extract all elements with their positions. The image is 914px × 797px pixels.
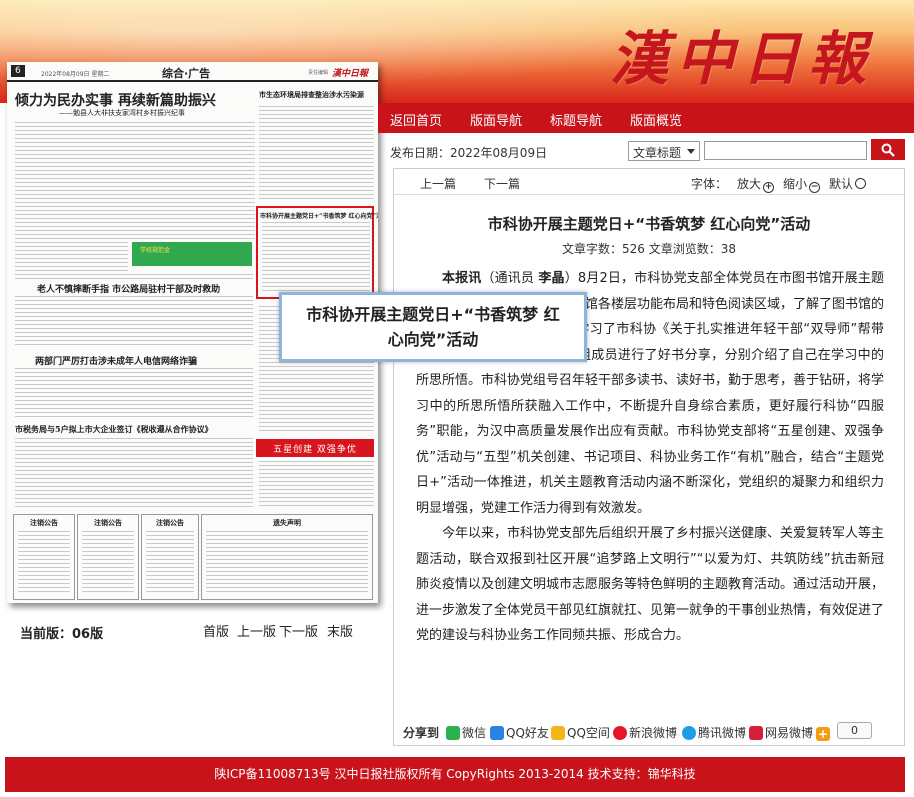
- thumb-notice: 注销公告: [13, 514, 75, 600]
- first-page-link[interactable]: 首版: [203, 621, 229, 640]
- share-sina-weibo[interactable]: 新浪微博: [613, 724, 677, 741]
- thumb-text-block: [259, 106, 374, 202]
- thumb-text-block: [15, 438, 253, 508]
- select-value: 文章标题: [633, 146, 682, 160]
- logo: 漢中日報: [609, 25, 874, 93]
- thumb-headline-3[interactable]: 两部门严厉打击涉未成年人电信网络诈骗: [35, 354, 197, 367]
- thumb-text-block: [15, 296, 253, 348]
- thumb-text-block: [15, 242, 128, 272]
- thumb-green-ad: 学校规范金: [132, 242, 252, 266]
- share-wechat[interactable]: 微信: [446, 724, 486, 741]
- plus-icon: +: [816, 727, 830, 741]
- thumbnail-section: 综合·广告: [162, 67, 211, 80]
- share-label: 分享到: [403, 726, 440, 740]
- nav-title-nav[interactable]: 标题导航: [550, 110, 602, 129]
- default-size-button[interactable]: 默认: [829, 175, 867, 192]
- article-title: 市科协开展主题党日+“书香筑梦 红心向党”活动: [487, 215, 811, 233]
- search-icon: [881, 143, 895, 157]
- nav-page-nav[interactable]: 版面导航: [470, 110, 522, 129]
- thumb-notice: 遗失声明: [201, 514, 373, 600]
- qq-icon: [490, 726, 504, 740]
- nav-home[interactable]: 返回首页: [390, 110, 442, 129]
- thumbnail-page-number: 6: [11, 65, 25, 77]
- publish-date: 发布日期：2022年08月09日: [390, 146, 548, 160]
- share-qq-friends[interactable]: QQ好友: [490, 724, 549, 741]
- top-nav: 返回首页 版面导航 标题导航 版面概览: [378, 103, 914, 133]
- next-article-link[interactable]: 下一篇: [484, 175, 520, 192]
- qzone-icon: [551, 726, 565, 740]
- thumb-highlighted-article[interactable]: 市科协开展主题党日+“书香筑梦 红心向党”活动: [256, 206, 378, 299]
- circle-icon: [855, 178, 867, 189]
- article-toolbar: 上一篇 下一篇 字体： 放大 + 缩小 − 默认: [394, 169, 904, 195]
- thumbnail-logo: 漢中日報: [331, 69, 368, 79]
- share-netease-weibo[interactable]: 网易微博: [749, 724, 813, 741]
- headline-tooltip: 市科协开展主题党日+“书香筑梦 红 心向党”活动: [279, 292, 587, 362]
- share-qzone[interactable]: QQ空间: [551, 724, 610, 741]
- thumb-ad-text: 学校规范金: [140, 247, 171, 254]
- thumb-notice: 注销公告: [141, 514, 199, 600]
- thumb-red-ad: 五星创建 双强争优: [256, 439, 374, 457]
- tooltip-line-2: 心向党”活动: [387, 330, 479, 349]
- share-bar: 分享到 微信 QQ好友 QQ空间 新浪微博 腾讯微博 网易微博 + 0: [394, 719, 904, 745]
- thumbnail-editor: 责任编辑: [307, 70, 328, 76]
- nav-overview[interactable]: 版面概览: [630, 110, 682, 129]
- prev-page-link[interactable]: 上一版: [237, 621, 276, 640]
- zoom-in-button[interactable]: 放大 +: [737, 175, 775, 193]
- current-page-label: 当前版：06版: [20, 627, 104, 642]
- thumbnail-date: 2022年08月09日 星期二: [41, 71, 110, 78]
- thumb-headline-4[interactable]: 市税务局与5户拟上市大企业签订《税收遵从合作协议》: [15, 424, 213, 435]
- article-stats: 文章字数：526 文章浏览数：38: [562, 242, 736, 256]
- thumb-headline-main[interactable]: 倾力为民办实事 再续新篇助振兴: [15, 90, 216, 110]
- thumb-headline-sub: ——勉县人大非扶支家湾村乡村振兴纪事: [59, 109, 185, 117]
- tencent-weibo-icon: [682, 726, 696, 740]
- font-label: 字体：: [691, 177, 728, 191]
- thumb-headline-right[interactable]: 市生态环境局排查整治涉水污染源: [259, 90, 364, 100]
- thumb-text-block: [15, 368, 253, 418]
- thumbnail-header: 6 2022年08月09日 星期二 综合·广告 责任编辑 漢中日報: [7, 62, 378, 82]
- search-type-select[interactable]: 文章标题: [628, 141, 700, 161]
- prev-article-link[interactable]: 上一篇: [420, 175, 456, 192]
- thumb-headline-2[interactable]: 老人不慎摔断手指 市公路局驻村干部及时救助: [37, 282, 220, 295]
- share-more[interactable]: +: [816, 724, 832, 741]
- next-page-link[interactable]: 下一版: [279, 621, 318, 640]
- thumb-text-block: [15, 274, 253, 280]
- tooltip-line-1: 市科协开展主题党日+“书香筑梦 红: [306, 305, 560, 324]
- last-page-link[interactable]: 末版: [327, 621, 353, 640]
- article-panel: 上一篇 下一篇 字体： 放大 + 缩小 − 默认 市科协开展主题党日+“书香筑梦 红…: [393, 168, 905, 746]
- thumb-text-block: [15, 122, 255, 240]
- wechat-icon: [446, 726, 460, 740]
- thumb-text-block: [259, 461, 374, 507]
- search-input[interactable]: [704, 141, 867, 160]
- zoom-out-button[interactable]: 缩小 −: [783, 175, 821, 193]
- article-paragraph: 今年以来，市科协党支部先后组织开展了乡村振兴送健康、关爱复转军人等主题活动，联合…: [416, 526, 885, 643]
- thumb-box-headline: 市科协开展主题党日+“书香筑梦 红心向党”活动: [260, 213, 378, 220]
- thumb-text-block: [262, 222, 370, 294]
- share-counter: 0: [837, 722, 872, 739]
- thumb-notice: 注销公告: [77, 514, 139, 600]
- minus-icon: −: [809, 182, 821, 193]
- footer: 陕ICP备11008713号 汉中日报社版权所有 CopyRights 2013…: [5, 757, 905, 792]
- chevron-down-icon: [687, 149, 695, 154]
- sina-weibo-icon: [613, 726, 627, 740]
- netease-weibo-icon: [749, 726, 763, 740]
- share-tencent-weibo[interactable]: 腾讯微博: [682, 724, 746, 741]
- plus-icon: +: [763, 182, 775, 193]
- search-button[interactable]: [871, 139, 905, 160]
